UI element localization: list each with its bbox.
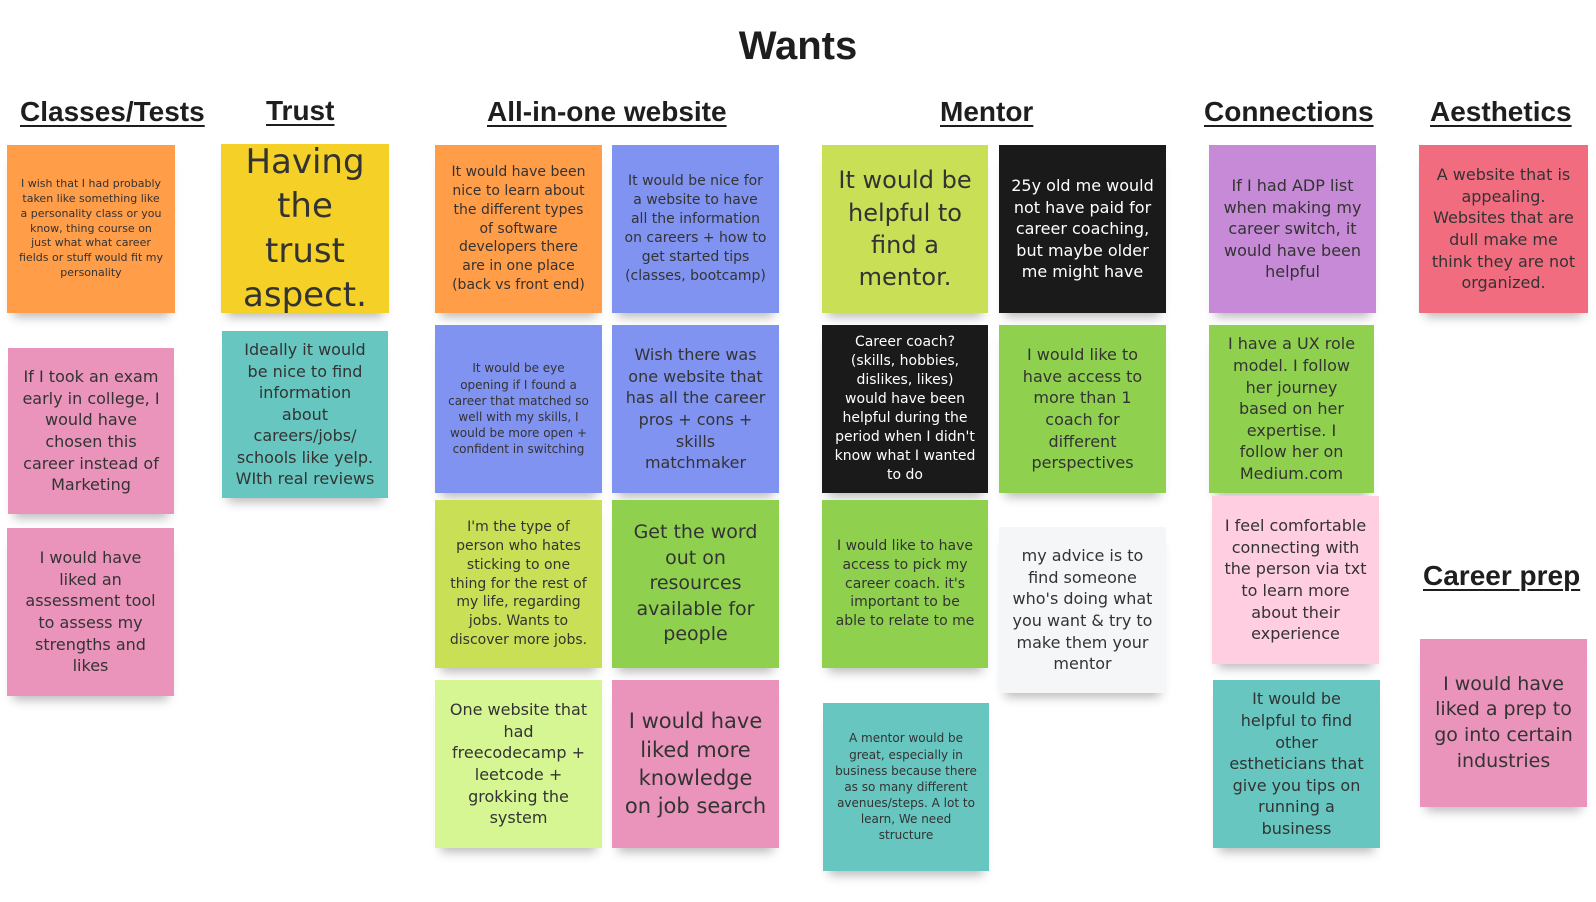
sticky-note[interactable]: Wish there was one website that has all … <box>612 325 779 493</box>
sticky-note[interactable]: A website that is appealing. Websites th… <box>1419 145 1588 313</box>
sticky-note[interactable]: I would have liked an assessment tool to… <box>7 528 174 696</box>
sticky-note[interactable]: I would have liked a prep to go into cer… <box>1420 639 1587 807</box>
heading-aesthetics[interactable]: Aesthetics <box>1430 96 1572 128</box>
sticky-note[interactable]: my advice is to find someone who's doing… <box>999 527 1166 693</box>
heading-all-in-one-website[interactable]: All-in-one website <box>487 96 727 128</box>
heading-career-prep[interactable]: Career prep <box>1423 560 1580 592</box>
sticky-note[interactable]: I wish that I had probably taken like so… <box>7 145 175 313</box>
sticky-note[interactable]: It would be helpful to find a mentor. <box>822 145 988 313</box>
board-title: Wants <box>738 24 858 68</box>
sticky-note[interactable]: Having the trust aspect. <box>221 142 389 315</box>
sticky-note[interactable]: If I took an exam early in college, I wo… <box>8 348 174 514</box>
sticky-note[interactable]: It would be eye opening if I found a car… <box>435 325 602 493</box>
sticky-note[interactable]: A mentor would be great, especially in b… <box>823 703 989 871</box>
sticky-note[interactable]: I'm the type of person who hates stickin… <box>435 500 602 668</box>
sticky-note[interactable]: It would be helpful to find other esthet… <box>1213 680 1380 848</box>
heading-mentor[interactable]: Mentor <box>940 96 1033 128</box>
sticky-note[interactable]: Get the word out on resources available … <box>612 500 779 668</box>
sticky-note[interactable]: If I had ADP list when making my career … <box>1209 145 1376 313</box>
sticky-note[interactable]: I feel comfortable connecting with the p… <box>1212 496 1379 664</box>
sticky-note[interactable]: I would like to have access to more than… <box>999 325 1166 493</box>
sticky-note[interactable]: One website that had freecodecamp + leet… <box>435 680 602 848</box>
heading-trust[interactable]: Trust <box>266 95 334 127</box>
sticky-note[interactable]: Career coach? (skills, hobbies, dislikes… <box>822 325 988 493</box>
sticky-note[interactable]: It would be nice for a website to have a… <box>612 145 779 313</box>
heading-classes-tests[interactable]: Classes/Tests <box>20 96 205 128</box>
sticky-note[interactable]: I would have liked more knowledge on job… <box>612 680 779 848</box>
sticky-note[interactable]: It would have been nice to learn about t… <box>435 145 602 313</box>
sticky-note[interactable]: Ideally it would be nice to find informa… <box>222 331 388 498</box>
sticky-note[interactable]: 25y old me would not have paid for caree… <box>999 145 1166 313</box>
sticky-note[interactable]: I would like to have access to pick my c… <box>822 500 988 668</box>
heading-connections[interactable]: Connections <box>1204 96 1374 128</box>
sticky-note[interactable]: I have a UX role model. I follow her jou… <box>1209 325 1374 493</box>
